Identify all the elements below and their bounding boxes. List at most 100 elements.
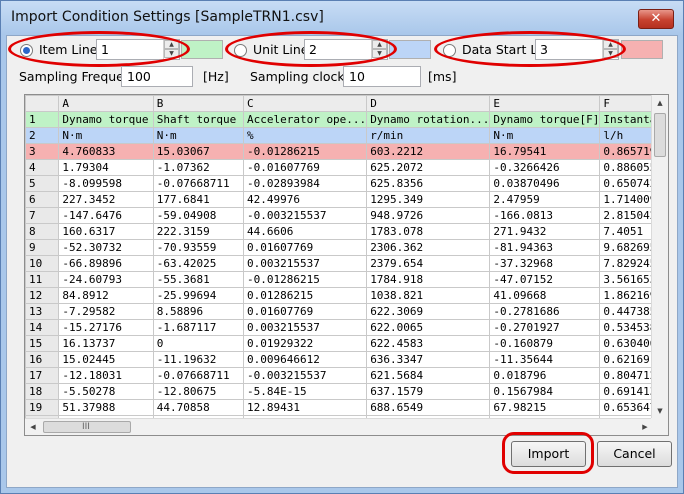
table-row[interactable]: 17 -12.18031 -0.07668711 -0.003215537 621.56… bbox=[25, 367, 668, 384]
row-header[interactable]: 16 bbox=[25, 351, 60, 368]
table-cell[interactable]: 0.003215537 bbox=[242, 255, 368, 272]
scroll-left-arrow-icon[interactable]: ◀ bbox=[25, 419, 41, 435]
table-cell[interactable]: 622.3069 bbox=[366, 303, 491, 320]
row-header[interactable]: 9 bbox=[25, 239, 60, 256]
table-row[interactable]: 2 N·m N·m% r/min N·m l/h bbox=[25, 127, 668, 144]
unit-line-up-arrow-icon[interactable]: ▲ bbox=[372, 40, 387, 49]
table-cell[interactable]: 1038.821 bbox=[366, 287, 491, 304]
data-preview-grid[interactable]: A B C D E F 1 Dynamo torque Shaft torque Accelera… bbox=[24, 94, 669, 436]
unit-line-radio[interactable] bbox=[234, 44, 247, 57]
table-cell[interactable]: 4.760833 bbox=[58, 143, 154, 160]
table-cell[interactable]: -12.80675 bbox=[152, 383, 244, 400]
table-cell[interactable]: 160.6317 bbox=[58, 223, 154, 240]
table-cell[interactable]: -11.19632 bbox=[152, 351, 244, 368]
table-cell[interactable]: -63.42025 bbox=[152, 255, 244, 272]
table-cell[interactable]: 177.6841 bbox=[152, 191, 244, 208]
data-start-line-down-arrow-icon[interactable]: ▼ bbox=[603, 49, 618, 58]
row-header[interactable]: 3 bbox=[25, 143, 60, 160]
table-cell[interactable]: 0.01607769 bbox=[242, 239, 368, 256]
table-row[interactable]: 10 -66.89896 -63.42025 0.003215537 2379.654-… bbox=[25, 255, 668, 272]
table-cell[interactable]: Dynamo rotation... bbox=[366, 111, 491, 128]
item-line-down-arrow-icon[interactable]: ▼ bbox=[164, 49, 179, 58]
sampling-clock-input[interactable]: 10 bbox=[343, 66, 421, 87]
table-cell[interactable]: 16.13737 bbox=[58, 335, 154, 352]
table-cell[interactable]: 622.4583 bbox=[366, 335, 491, 352]
table-cell[interactable]: 44.6606 bbox=[242, 223, 368, 240]
table-cell[interactable]: 227.3452 bbox=[58, 191, 154, 208]
table-cell[interactable]: 8.58896 bbox=[152, 303, 244, 320]
table-cell[interactable]: -1.07362 bbox=[152, 159, 244, 176]
scroll-down-arrow-icon[interactable]: ▼ bbox=[652, 403, 668, 419]
table-cell[interactable]: -59.04908 bbox=[152, 207, 244, 224]
table-cell[interactable]: -1.687117 bbox=[152, 319, 244, 336]
table-cell[interactable]: 0.01607769 bbox=[242, 303, 368, 320]
row-header[interactable]: 19 bbox=[25, 399, 60, 416]
table-cell[interactable]: 948.9726 bbox=[366, 207, 491, 224]
table-cell[interactable]: 0.1567984 bbox=[489, 383, 601, 400]
table-cell[interactable]: Dynamo torque[F] bbox=[489, 111, 601, 128]
table-cell[interactable]: Shaft torque bbox=[152, 111, 244, 128]
scroll-up-arrow-icon[interactable]: ▲ bbox=[652, 95, 668, 111]
table-cell[interactable]: 84.8912 bbox=[58, 287, 154, 304]
vertical-scroll-thumb[interactable] bbox=[654, 113, 666, 157]
table-cell[interactable]: -147.6476 bbox=[58, 207, 154, 224]
table-cell[interactable]: 2.47959 bbox=[489, 191, 601, 208]
table-row[interactable]: 19 51.37988 44.70858 12.89431 688.6549 67.982… bbox=[25, 399, 668, 416]
grid-corner-cell[interactable] bbox=[25, 95, 60, 112]
table-cell[interactable]: 0.03870496 bbox=[489, 175, 601, 192]
table-cell[interactable]: 622.0065 bbox=[366, 319, 491, 336]
horizontal-scrollbar[interactable]: ◀ III ▶ bbox=[25, 418, 653, 435]
table-cell[interactable]: -81.94363 bbox=[489, 239, 601, 256]
row-header[interactable]: 14 bbox=[25, 319, 60, 336]
table-cell[interactable]: -0.2701927 bbox=[489, 319, 601, 336]
table-row[interactable]: 4 1.79304 -1.07362 -0.01607769 625.2072 -0.32… bbox=[25, 159, 668, 176]
table-cell[interactable]: 0.003215537 bbox=[242, 319, 368, 336]
table-cell[interactable]: 1783.078 bbox=[366, 223, 491, 240]
table-cell[interactable]: -0.02893984 bbox=[242, 175, 368, 192]
table-row[interactable]: 12 84.8912 -25.99694 0.01286215 1038.821 41.0… bbox=[25, 287, 668, 304]
table-cell[interactable]: -0.3266426 bbox=[489, 159, 601, 176]
row-header[interactable]: 5 bbox=[25, 175, 60, 192]
table-row[interactable]: 3 4.760833 15.03067 -0.01286215 603.2212 16.7… bbox=[25, 143, 668, 160]
table-cell[interactable]: N·m bbox=[152, 127, 244, 144]
table-cell[interactable]: 1295.349 bbox=[366, 191, 491, 208]
table-cell[interactable]: 51.37988 bbox=[58, 399, 154, 416]
table-cell[interactable]: -7.29582 bbox=[58, 303, 154, 320]
table-cell[interactable]: -0.07668711 bbox=[152, 367, 244, 384]
table-cell[interactable]: -15.27176 bbox=[58, 319, 154, 336]
table-cell[interactable]: 636.3347 bbox=[366, 351, 491, 368]
table-cell[interactable]: 0.009646612 bbox=[242, 351, 368, 368]
table-row[interactable]: 8 160.6317 222.3159 44.6606 1783.078 271.9432… bbox=[25, 223, 668, 240]
unit-line-down-arrow-icon[interactable]: ▼ bbox=[372, 49, 387, 58]
table-cell[interactable]: -0.2781686 bbox=[489, 303, 601, 320]
table-cell[interactable]: -12.18031 bbox=[58, 367, 154, 384]
row-header[interactable]: 1 bbox=[25, 111, 60, 128]
item-line-up-arrow-icon[interactable]: ▲ bbox=[164, 40, 179, 49]
table-cell[interactable]: -24.60793 bbox=[58, 271, 154, 288]
row-header[interactable]: 10 bbox=[25, 255, 60, 272]
table-cell[interactable]: 15.02445 bbox=[58, 351, 154, 368]
table-row[interactable]: 13 -7.29582 8.58896 0.01607769 622.3069 -0.27… bbox=[25, 303, 668, 320]
column-header[interactable]: D bbox=[366, 95, 491, 112]
table-cell[interactable]: -0.07668711 bbox=[152, 175, 244, 192]
unit-line-spinner[interactable]: 2 ▲ ▼ bbox=[304, 39, 388, 60]
table-cell[interactable]: N·m bbox=[58, 127, 154, 144]
data-start-line-radio[interactable] bbox=[443, 44, 456, 57]
table-cell[interactable]: 16.79541 bbox=[489, 143, 601, 160]
table-cell[interactable]: -11.35644 bbox=[489, 351, 601, 368]
table-row[interactable]: 9 -52.30732 -70.93559 0.01607769 2306.362 -81… bbox=[25, 239, 668, 256]
cancel-button[interactable]: Cancel bbox=[597, 441, 672, 467]
table-cell[interactable]: 1.79304 bbox=[58, 159, 154, 176]
table-cell[interactable]: 222.3159 bbox=[152, 223, 244, 240]
table-cell[interactable]: -166.0813 bbox=[489, 207, 601, 224]
row-header[interactable]: 11 bbox=[25, 271, 60, 288]
row-header[interactable]: 18 bbox=[25, 383, 60, 400]
item-line-spinner[interactable]: 1 ▲ ▼ bbox=[96, 39, 180, 60]
table-cell[interactable]: 0 bbox=[152, 335, 244, 352]
table-cell[interactable]: -0.01286215 bbox=[242, 271, 368, 288]
table-cell[interactable]: r/min bbox=[366, 127, 491, 144]
sampling-frequency-input[interactable]: 100 bbox=[121, 66, 193, 87]
table-cell[interactable]: -25.99694 bbox=[152, 287, 244, 304]
table-row[interactable]: 16 15.02445 -11.19632 0.009646612 636.3347 -1… bbox=[25, 351, 668, 368]
column-header[interactable]: C bbox=[242, 95, 368, 112]
